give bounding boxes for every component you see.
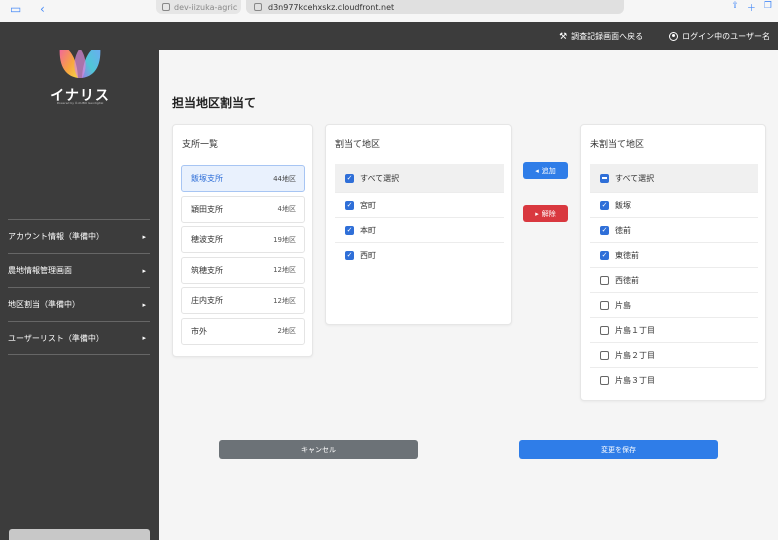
logo-subtext: Powered by Ö-KUBO Geodigital bbox=[56, 101, 104, 105]
browser-tab-inactive[interactable]: dev-iizuka-agric bbox=[156, 0, 241, 14]
checkbox-checked-icon[interactable]: ✓ bbox=[600, 200, 609, 210]
unassigned-districts-card: 未割当て地区 すべて選択 ✓ 飯塚 ✓ 徳前 ✓ 東徳前 西徳前 片島 片島１丁… bbox=[580, 124, 766, 401]
user-icon bbox=[669, 32, 679, 41]
unassigned-item[interactable]: 片島２丁目 bbox=[590, 343, 758, 368]
checkbox-unchecked-icon[interactable] bbox=[600, 300, 609, 310]
unassigned-select-all[interactable]: すべて選択 bbox=[590, 164, 758, 193]
checkbox-checked-icon[interactable]: ✓ bbox=[345, 200, 354, 210]
user-menu[interactable]: ログイン中のユーザー名 bbox=[669, 31, 770, 42]
branch-item-eita[interactable]: 穎田支所 4地区 bbox=[181, 195, 305, 223]
unassigned-item[interactable]: ✓ 徳前 bbox=[590, 218, 758, 243]
branch-list-title: 支所一覧 bbox=[182, 140, 219, 150]
branch-item-shonai[interactable]: 庄内支所 12地区 bbox=[181, 287, 305, 315]
new-tab-icon[interactable]: ＋ bbox=[747, 1, 756, 14]
unassigned-item[interactable]: ✓ 東徳前 bbox=[590, 243, 758, 268]
branch-list-card: 支所一覧 飯塚支所 44地区 穎田支所 4地区 穂波支所 19地区 筑穂支所 1… bbox=[172, 124, 313, 357]
wrench-icon: ⚒ bbox=[559, 31, 568, 42]
sidebar-item-user-list[interactable]: ユーザーリスト（準備中） ▸ bbox=[8, 321, 150, 355]
sidebar: イナリス Powered by Ö-KUBO Geodigital アカウント情… bbox=[0, 22, 159, 540]
branch-list: 飯塚支所 44地区 穎田支所 4地区 穂波支所 19地区 筑穂支所 12地区 庄… bbox=[181, 165, 305, 349]
checkbox-indeterminate-icon[interactable] bbox=[600, 173, 609, 183]
chevron-right-icon: ▸ bbox=[535, 209, 539, 218]
sidebar-toggle-icon[interactable]: ▭ bbox=[10, 2, 21, 16]
sidebar-item-account[interactable]: アカウント情報（準備中） ▸ bbox=[8, 219, 150, 253]
browser-actions: ⇪ ＋ ❐ bbox=[731, 1, 772, 14]
tab-favicon-icon bbox=[162, 3, 170, 11]
assigned-item-nishimachi[interactable]: ✓ 西町 bbox=[335, 243, 504, 268]
chevron-right-icon: ▸ bbox=[142, 232, 146, 241]
assigned-title: 割当て地区 bbox=[335, 140, 381, 150]
branch-item-outside-city[interactable]: 市外 2地区 bbox=[181, 317, 305, 345]
checkbox-unchecked-icon[interactable] bbox=[600, 275, 609, 285]
unassigned-title: 未割当て地区 bbox=[590, 140, 645, 150]
remove-district-button[interactable]: ▸ 解除 bbox=[523, 205, 568, 222]
checkbox-checked-icon[interactable]: ✓ bbox=[600, 225, 609, 235]
assigned-select-all[interactable]: ✓ すべて選択 bbox=[335, 164, 504, 193]
branch-item-iizuka[interactable]: 飯塚支所 44地区 bbox=[181, 165, 305, 192]
url-text: d3n977kcehxskz.cloudfront.net bbox=[268, 2, 395, 12]
sidebar-bottom-button[interactable] bbox=[9, 529, 150, 540]
save-changes-button[interactable]: 変更を保存 bbox=[519, 440, 718, 459]
unassigned-item[interactable]: 片島１丁目 bbox=[590, 318, 758, 343]
assigned-item-miyamachi[interactable]: ✓ 宮町 bbox=[335, 193, 504, 218]
unassigned-item[interactable]: 西徳前 bbox=[590, 268, 758, 293]
browser-tab-active[interactable]: d3n977kcehxskz.cloudfront.net bbox=[246, 0, 624, 14]
cancel-button[interactable]: キャンセル bbox=[219, 440, 418, 459]
assigned-districts-card: 割当て地区 ✓ すべて選択 ✓ 宮町 ✓ 本町 ✓ 西町 bbox=[325, 124, 512, 325]
back-arrow-icon[interactable]: ‹ bbox=[40, 2, 45, 16]
checkbox-checked-icon[interactable]: ✓ bbox=[345, 251, 354, 260]
tabs-overview-icon[interactable]: ❐ bbox=[764, 1, 772, 14]
main-content: 担当地区割当て 支所一覧 飯塚支所 44地区 穎田支所 4地区 穂波支所 19地… bbox=[159, 50, 778, 540]
sidebar-item-farmland[interactable]: 農地情報管理画面 ▸ bbox=[8, 253, 150, 287]
sidebar-nav: アカウント情報（準備中） ▸ 農地情報管理画面 ▸ 地区割当（準備中） ▸ ユー… bbox=[8, 219, 150, 355]
chevron-left-icon: ◂ bbox=[535, 166, 539, 175]
checkbox-checked-icon[interactable]: ✓ bbox=[600, 250, 609, 260]
unassigned-item[interactable]: ✓ 飯塚 bbox=[590, 193, 758, 218]
unassigned-item[interactable]: 片島 bbox=[590, 293, 758, 318]
branch-item-chikuho[interactable]: 筑穂支所 12地区 bbox=[181, 256, 305, 284]
unassigned-item[interactable]: 片島３丁目 bbox=[590, 368, 758, 393]
chevron-right-icon: ▸ bbox=[142, 300, 146, 309]
chevron-right-icon: ▸ bbox=[142, 266, 146, 275]
browser-toolbar: ▭ ‹ dev-iizuka-agric d3n977kcehxskz.clou… bbox=[0, 0, 778, 22]
branch-item-honami[interactable]: 穂波支所 19地区 bbox=[181, 226, 305, 254]
assigned-list: ✓ すべて選択 ✓ 宮町 ✓ 本町 ✓ 西町 bbox=[335, 164, 504, 268]
top-header: ⚒ 調査記録画面へ戻る ログイン中のユーザー名 bbox=[0, 22, 778, 50]
back-to-records-link[interactable]: ⚒ 調査記録画面へ戻る bbox=[559, 31, 643, 42]
checkbox-unchecked-icon[interactable] bbox=[600, 350, 609, 360]
checkbox-checked-icon[interactable]: ✓ bbox=[345, 173, 354, 183]
unassigned-list: すべて選択 ✓ 飯塚 ✓ 徳前 ✓ 東徳前 西徳前 片島 片島１丁目 片島２丁目… bbox=[590, 164, 758, 393]
page-title: 担当地区割当て bbox=[172, 96, 257, 110]
share-icon[interactable]: ⇪ bbox=[731, 1, 739, 14]
checkbox-unchecked-icon[interactable] bbox=[600, 325, 609, 335]
chevron-right-icon: ▸ bbox=[142, 334, 146, 342]
checkbox-unchecked-icon[interactable] bbox=[600, 376, 609, 385]
add-district-button[interactable]: ◂ 追加 bbox=[523, 162, 568, 179]
assigned-item-honmachi[interactable]: ✓ 本町 bbox=[335, 218, 504, 243]
checkbox-checked-icon[interactable]: ✓ bbox=[345, 225, 354, 235]
sidebar-item-district-assign[interactable]: 地区割当（準備中） ▸ bbox=[8, 287, 150, 321]
tab-favicon-icon bbox=[254, 3, 262, 11]
